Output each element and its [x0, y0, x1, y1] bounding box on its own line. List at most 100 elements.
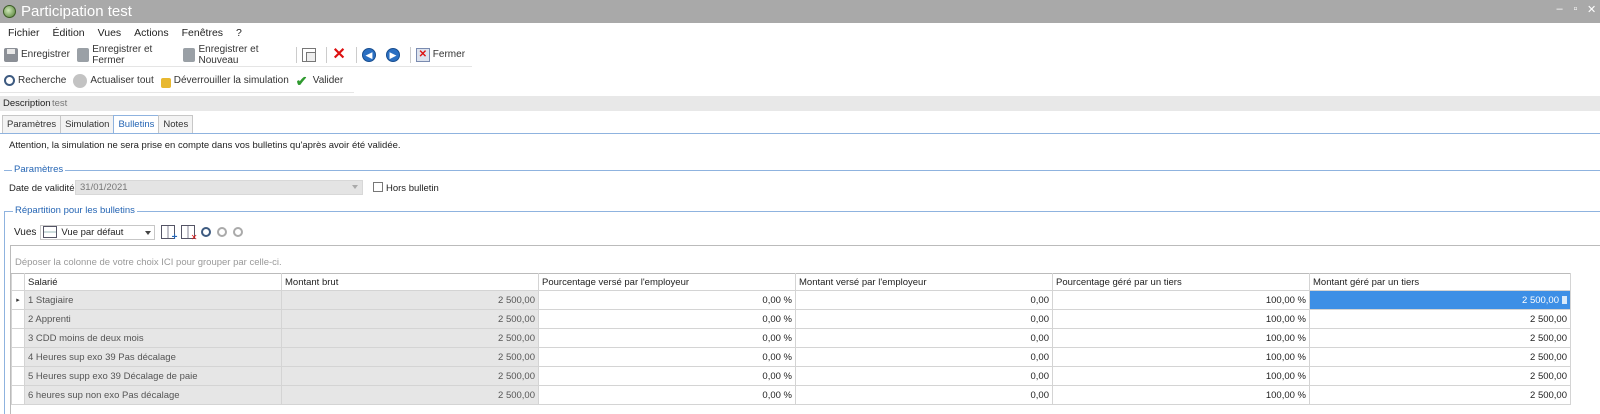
- cell-montant-tiers[interactable]: 2 500,00: [1309, 366, 1571, 386]
- column-header-salarie[interactable]: Salarié: [24, 273, 282, 291]
- cell-montant-tiers-selected[interactable]: 2 500,00: [1309, 290, 1571, 310]
- menu-help[interactable]: ?: [236, 27, 242, 39]
- cell-montant-employeur[interactable]: 0,00: [795, 290, 1053, 310]
- save-close-button[interactable]: Enregistrer et Fermer: [76, 44, 176, 66]
- table-row[interactable]: 2 Apprenti 2 500,00 0,00 % 0,00 100,00 %…: [11, 309, 1571, 329]
- menu-fenetres[interactable]: Fenêtres: [182, 27, 223, 39]
- vues-value: Vue par défaut: [61, 226, 124, 238]
- cell-pct-employeur[interactable]: 0,00 %: [538, 328, 796, 348]
- close-window-button[interactable]: ✕: [1587, 3, 1596, 16]
- toolbar-separator: [326, 46, 328, 63]
- menu-vues[interactable]: Vues: [98, 27, 122, 39]
- table-row[interactable]: 5 Heures supp exo 39 Décalage de paie 2 …: [11, 366, 1571, 386]
- validate-button[interactable]: ✔ Valider: [296, 74, 343, 88]
- cell-pct-employeur[interactable]: 0,00 %: [538, 309, 796, 329]
- hors-bulletin-checkbox[interactable]: [373, 182, 383, 192]
- tab-parametres[interactable]: Paramètres: [2, 115, 62, 133]
- cell-pct-employeur[interactable]: 0,00 %: [538, 290, 796, 310]
- table-header-row: Salarié Montant brut Pourcentage versé p…: [11, 273, 1571, 291]
- cell-pct-tiers[interactable]: 100,00 %: [1052, 366, 1310, 386]
- refresh-icon: [73, 73, 88, 88]
- search-button[interactable]: Recherche: [4, 75, 66, 86]
- column-header-montant-brut[interactable]: Montant brut: [281, 273, 539, 291]
- cell-pct-tiers[interactable]: 100,00 %: [1052, 290, 1310, 310]
- cell-montant-tiers[interactable]: 2 500,00: [1309, 347, 1571, 367]
- window-title: Participation test: [21, 3, 132, 20]
- cell-montant-employeur[interactable]: 0,00: [795, 347, 1053, 367]
- save-close-icon: [76, 47, 90, 62]
- cell-pct-tiers[interactable]: 100,00 %: [1052, 347, 1310, 367]
- group-by-hint: Déposer la colonne de votre choix ICI po…: [15, 257, 282, 268]
- save-icon: [4, 47, 18, 62]
- unlock-simulation-button[interactable]: Déverrouiller la simulation: [160, 74, 289, 88]
- table-row[interactable]: 3 CDD moins de deux mois 2 500,00 0,00 %…: [11, 328, 1571, 348]
- delete-icon: ✕: [332, 45, 346, 63]
- previous-button[interactable]: ◀: [361, 47, 379, 62]
- cell-pct-tiers[interactable]: 100,00 %: [1052, 328, 1310, 348]
- cell-montant-employeur[interactable]: 0,00: [795, 309, 1053, 329]
- column-header-montant-tiers[interactable]: Montant géré par un tiers: [1309, 273, 1571, 291]
- column-header-pct-employeur[interactable]: Pourcentage versé par l'employeur: [538, 273, 796, 291]
- cell-montant-brut: 2 500,00: [281, 366, 539, 386]
- delete-view-icon[interactable]: [181, 225, 197, 242]
- refresh-all-button[interactable]: Actualiser tout: [73, 73, 154, 88]
- cell-pct-tiers[interactable]: 100,00 %: [1052, 309, 1310, 329]
- menu-actions[interactable]: Actions: [134, 27, 168, 39]
- cell-pct-tiers[interactable]: 100,00 %: [1052, 385, 1310, 405]
- cell-pct-employeur[interactable]: 0,00 %: [538, 347, 796, 367]
- close-button[interactable]: ✕ Fermer: [415, 47, 466, 62]
- table-row[interactable]: 6 heures sup non exo Pas décalage 2 500,…: [11, 385, 1571, 405]
- description-field[interactable]: test: [52, 98, 67, 109]
- cell-montant-brut: 2 500,00: [281, 309, 539, 329]
- view-icon: [43, 226, 58, 238]
- grid-toolbar: Vues Vue par défaut: [14, 224, 244, 243]
- table-row[interactable]: ▸ 1 Stagiaire 2 500,00 0,00 % 0,00 100,0…: [11, 290, 1571, 310]
- description-row: Description test: [0, 96, 1600, 111]
- restore-button[interactable]: ▫: [1571, 3, 1580, 16]
- add-view-icon[interactable]: [161, 225, 177, 243]
- copy-icon: [302, 47, 317, 62]
- menu-fichier[interactable]: Fichier: [8, 27, 40, 39]
- save-new-button[interactable]: Enregistrer et Nouveau: [183, 44, 289, 66]
- cell-montant-employeur[interactable]: 0,00: [795, 328, 1053, 348]
- save-button[interactable]: Enregistrer: [4, 47, 70, 62]
- toolbar-separator: [356, 46, 357, 63]
- tab-notes[interactable]: Notes: [158, 115, 194, 133]
- cell-montant-tiers-value: 2 500,00: [1522, 294, 1559, 306]
- edit-icon[interactable]: [1562, 295, 1567, 304]
- secondary-toolbar: Recherche Actualiser tout Déverrouiller …: [0, 69, 354, 93]
- next-button[interactable]: ▶: [385, 47, 403, 62]
- cell-montant-employeur[interactable]: 0,00: [795, 385, 1053, 405]
- cell-montant-employeur[interactable]: 0,00: [795, 366, 1053, 386]
- cell-pct-employeur[interactable]: 0,00 %: [538, 366, 796, 386]
- zoom-in-icon[interactable]: [217, 227, 228, 237]
- cell-montant-tiers[interactable]: 2 500,00: [1309, 328, 1571, 348]
- table-row[interactable]: 4 Heures sup exo 39 Pas décalage 2 500,0…: [11, 347, 1571, 367]
- close-icon: ✕: [415, 47, 430, 62]
- tab-simulation[interactable]: Simulation: [60, 115, 115, 133]
- toolbar-separator: [296, 46, 298, 63]
- copy-button[interactable]: [302, 47, 319, 62]
- menu-edition[interactable]: Édition: [53, 27, 85, 39]
- zoom-out-icon[interactable]: [233, 227, 244, 237]
- cell-montant-tiers[interactable]: 2 500,00: [1309, 309, 1571, 329]
- save-new-label: Enregistrer et Nouveau: [198, 43, 259, 66]
- column-header-pct-tiers[interactable]: Pourcentage géré par un tiers: [1052, 273, 1310, 291]
- search-icon[interactable]: [201, 227, 212, 237]
- close-label: Fermer: [432, 49, 466, 60]
- minimize-button[interactable]: –: [1555, 3, 1564, 16]
- vues-select[interactable]: Vue par défaut: [40, 224, 156, 240]
- tab-strip: Paramètres Simulation Bulletins Notes: [2, 115, 194, 134]
- main-toolbar: Enregistrer Enregistrer et Fermer Enregi…: [0, 43, 472, 67]
- tab-bulletins[interactable]: Bulletins: [113, 115, 160, 134]
- cell-montant-tiers[interactable]: 2 500,00: [1309, 385, 1571, 405]
- row-indicator: [11, 309, 25, 329]
- delete-button[interactable]: ✕: [332, 45, 349, 63]
- date-validite-field[interactable]: 31/01/2021: [75, 180, 363, 195]
- chevron-down-icon[interactable]: [352, 185, 358, 189]
- cell-pct-employeur[interactable]: 0,00 %: [538, 385, 796, 405]
- cell-salarie: 4 Heures sup exo 39 Pas décalage: [24, 347, 282, 367]
- column-header-montant-employeur[interactable]: Montant versé par l'employeur: [795, 273, 1053, 291]
- parametres-group-title: Paramètres: [12, 164, 66, 175]
- search-label: Recherche: [18, 75, 67, 86]
